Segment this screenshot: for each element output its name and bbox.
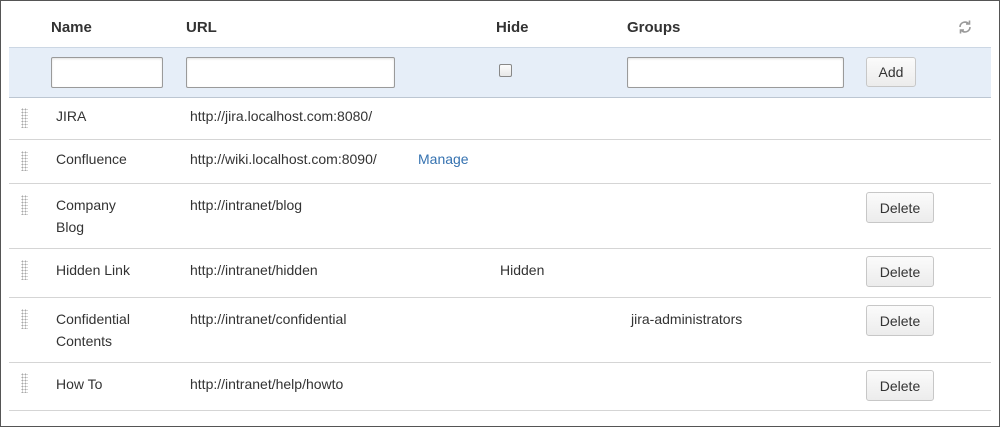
drag-handle-icon[interactable] — [21, 309, 28, 329]
row-url: http://intranet/hidden — [190, 262, 318, 278]
table-row: How To http://intranet/help/howto Delete — [9, 363, 991, 411]
table-row: Company Blog http://intranet/blog Delete — [9, 184, 991, 249]
column-header-url[interactable]: URL — [186, 19, 217, 36]
drag-handle-icon[interactable] — [21, 195, 28, 215]
column-header-hide[interactable]: Hide — [496, 19, 529, 36]
row-hide-status: Hidden — [500, 262, 545, 278]
table-row: JIRA http://jira.localhost.com:8080/ — [9, 97, 991, 140]
drag-handle-icon[interactable] — [21, 260, 28, 280]
drag-handle-icon[interactable] — [21, 373, 28, 393]
links-table: Name URL Hide Groups Add JIRA http://jir… — [0, 0, 1000, 427]
row-name: JIRA — [56, 108, 87, 124]
groups-input[interactable] — [627, 57, 844, 88]
url-input[interactable] — [186, 57, 395, 88]
add-button[interactable]: Add — [866, 57, 916, 87]
drag-handle-icon[interactable] — [21, 108, 28, 128]
table-row: Hidden Link http://intranet/hidden Hidde… — [9, 249, 991, 298]
row-url: http://intranet/help/howto — [190, 376, 344, 392]
column-header-groups[interactable]: Groups — [627, 19, 680, 36]
row-name: Hidden Link — [56, 262, 130, 278]
hide-checkbox[interactable] — [499, 64, 512, 77]
row-groups: jira-administrators — [631, 311, 743, 327]
column-header-name[interactable]: Name — [51, 19, 92, 36]
table-row: Confidential Contents http://intranet/co… — [9, 298, 991, 363]
add-link-row: Add — [9, 47, 991, 98]
delete-button[interactable]: Delete — [866, 305, 934, 336]
row-url: http://wiki.localhost.com:8090/ — [190, 151, 377, 167]
manage-link[interactable]: Manage — [418, 148, 469, 170]
row-name: Confluence — [56, 151, 127, 167]
delete-button[interactable]: Delete — [866, 256, 934, 287]
row-url: http://intranet/confidential — [190, 311, 347, 327]
row-name: Company Blog — [56, 197, 116, 235]
drag-handle-icon[interactable] — [21, 151, 28, 171]
row-url: http://intranet/blog — [190, 197, 303, 213]
row-name: Confidential Contents — [56, 311, 130, 349]
refresh-icon[interactable] — [956, 19, 974, 37]
name-input[interactable] — [51, 57, 163, 88]
table-row: Confluence http://wiki.localhost.com:809… — [9, 140, 991, 184]
delete-button[interactable]: Delete — [866, 192, 934, 223]
row-name: How To — [56, 376, 103, 392]
row-url: http://jira.localhost.com:8080/ — [190, 108, 373, 124]
delete-button[interactable]: Delete — [866, 370, 934, 401]
